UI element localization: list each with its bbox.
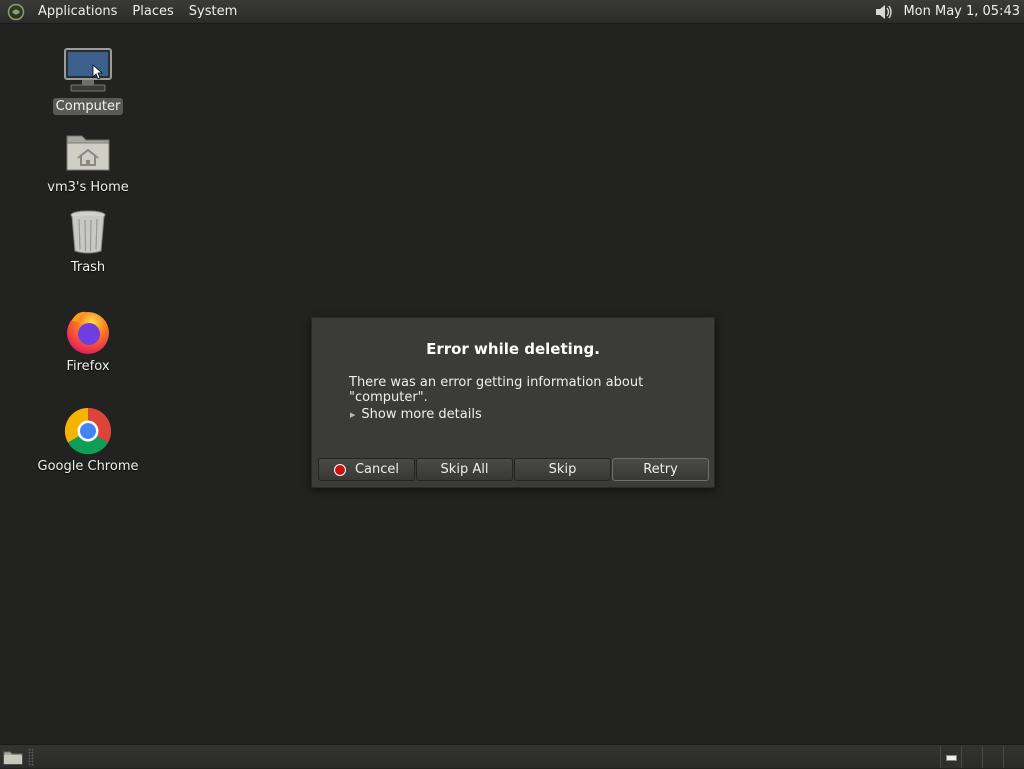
cancel-button-label: Cancel [354,462,400,477]
menu-places[interactable]: Places [127,0,178,24]
computer-icon [63,46,113,96]
menu-applications[interactable]: Applications [33,0,122,24]
workspace-4[interactable] [1003,745,1024,768]
workspace-3[interactable] [982,745,1003,768]
show-desktop-icon[interactable] [2,747,24,767]
desktop-icon-label: Trash [70,260,106,275]
cancel-icon [333,463,346,476]
window-thumbnail [946,754,957,761]
firefox-icon [63,306,113,356]
desktop-icon-firefox[interactable]: Firefox [33,306,143,375]
desktop-icon-home[interactable]: vm3's Home [33,127,143,196]
desktop-icon-chrome[interactable]: Google Chrome [33,406,143,475]
chrome-icon [63,406,113,456]
skip-all-button[interactable]: Skip All [416,458,513,481]
volume-icon[interactable] [873,1,895,23]
desktop-icon-label: Firefox [66,359,110,374]
desktop-icon-label: Computer [52,98,124,115]
panel-drag-handle[interactable] [28,747,34,766]
retry-button[interactable]: Retry [612,458,709,481]
dialog-button-row: Cancel Skip All Skip Retry [318,458,710,481]
desktop-icon-label: vm3's Home [47,180,129,195]
dialog-title: Error while deleting. [426,340,600,358]
desktop-icon-trash[interactable]: Trash [33,207,143,276]
home-folder-icon [63,127,113,177]
menu-system[interactable]: System [184,0,242,24]
trash-icon [63,207,113,257]
top-panel: Applications Places System Mon May 1, 05… [0,0,1024,24]
workspace-1[interactable] [940,745,961,768]
desktop-icon-label: Google Chrome [37,459,139,474]
dialog-message: There was an error getting information a… [349,375,644,405]
expander-arrow-icon: ▶ [350,410,356,419]
error-dialog: Error while deleting. There was an error… [311,317,715,488]
show-details-label: Show more details [361,407,482,422]
workspace-switcher [940,745,1024,769]
distro-logo-icon[interactable] [7,3,25,21]
bottom-panel [0,744,1024,768]
clock[interactable]: Mon May 1, 05:43 [903,4,1020,19]
cancel-button[interactable]: Cancel [318,458,415,481]
skip-button[interactable]: Skip [514,458,611,481]
show-details-expander[interactable]: ▶ Show more details [350,407,482,422]
workspace-2[interactable] [961,745,982,768]
desktop-icon-computer[interactable]: Computer [33,46,143,115]
